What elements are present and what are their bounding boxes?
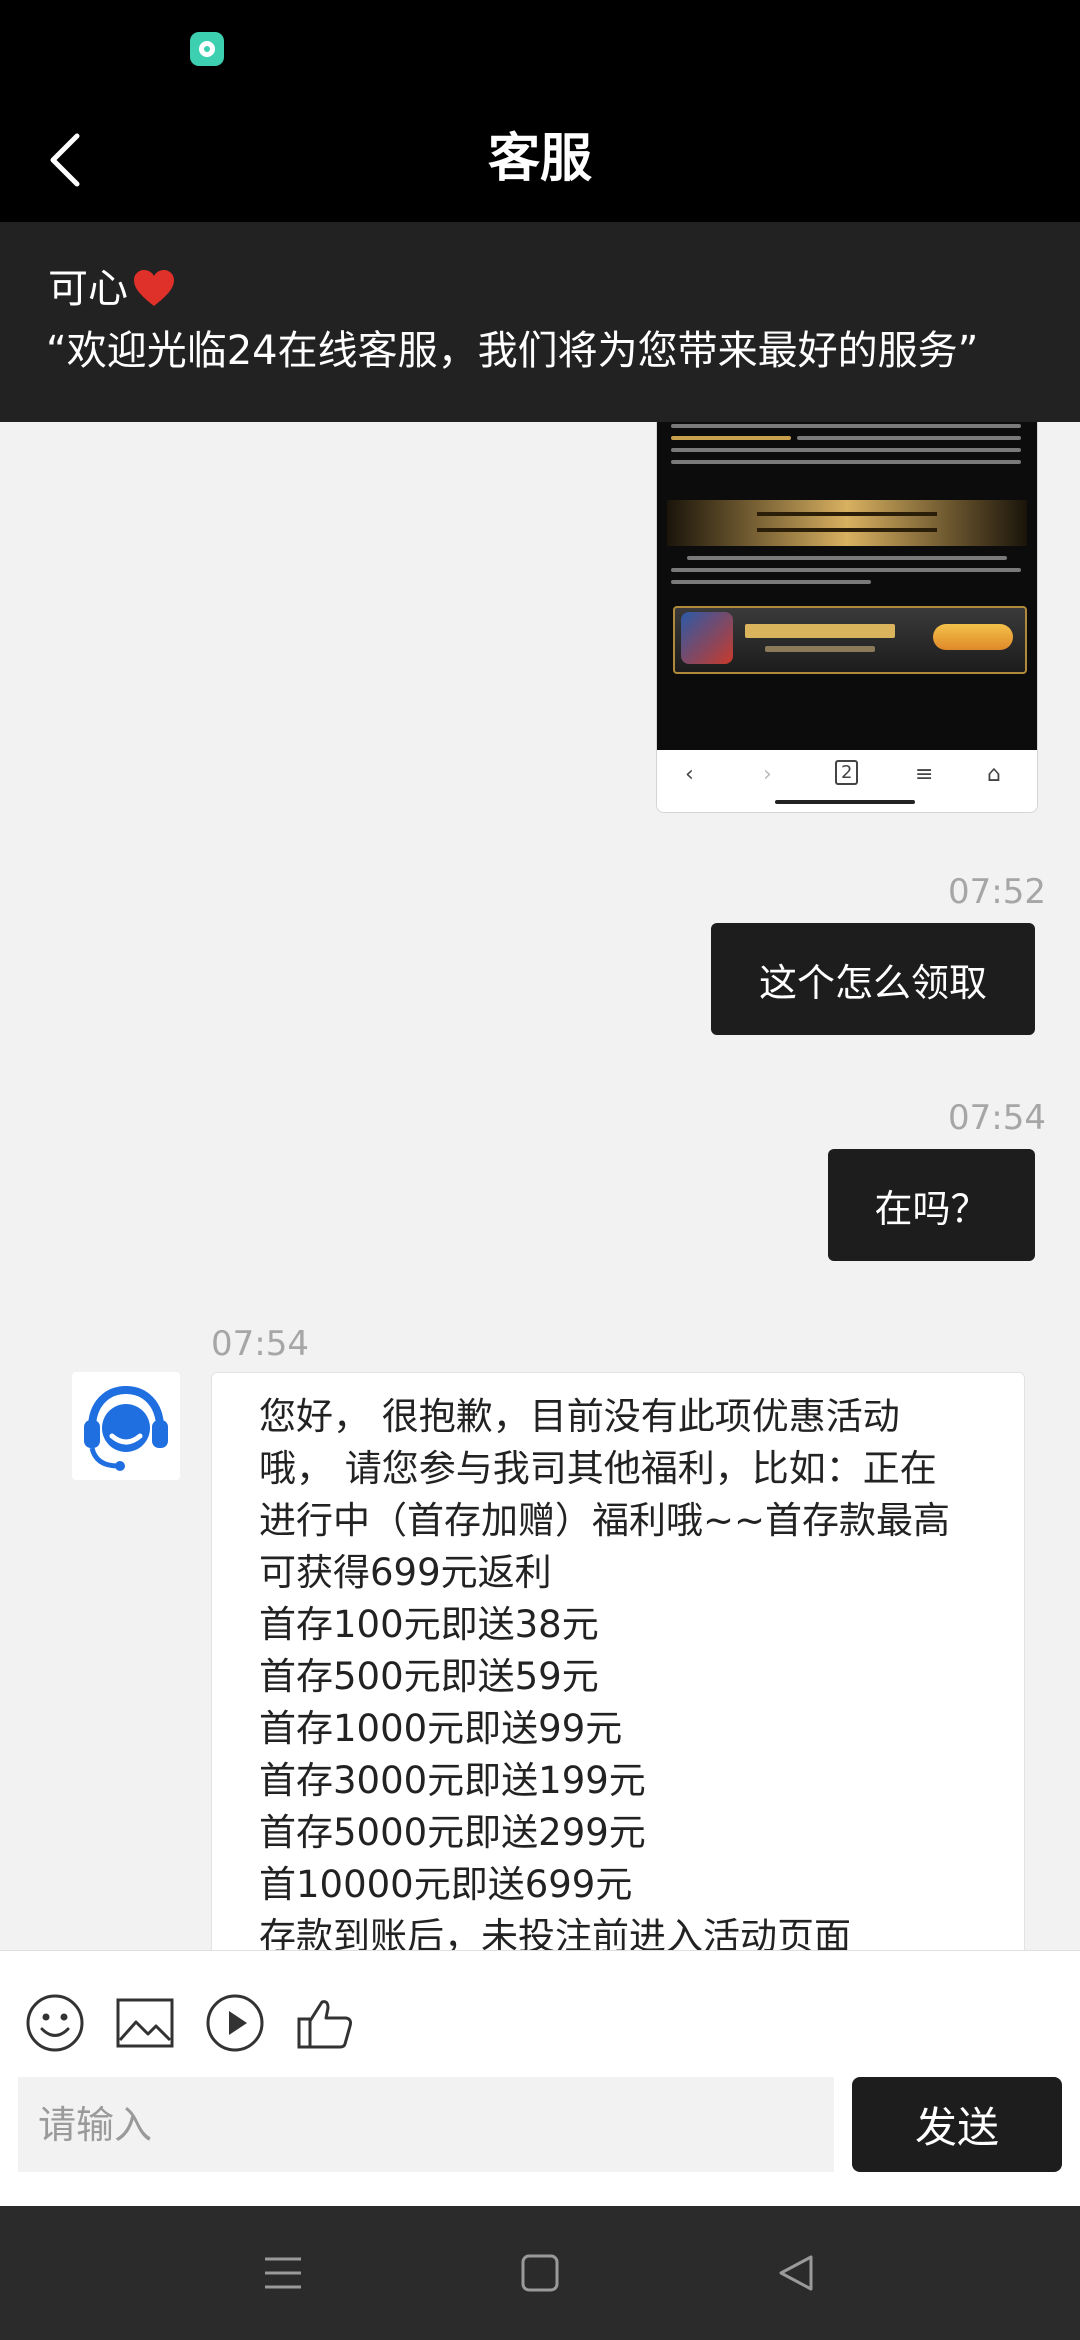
chat-messages[interactable]: ‹ › 2 ≡ ⌂ 07:52 这个怎么领取 07:54 在吗？ 07:54 您… (0, 422, 1080, 1950)
system-back-button[interactable] (760, 2236, 834, 2310)
message-line: 首存500元即送59元 (259, 1655, 599, 1698)
message-line: 哦， 请您参与我司其他福利，比如：正在 (259, 1447, 937, 1490)
message-line: 首10000元即送699元 (259, 1863, 633, 1906)
menu-icon (265, 2257, 301, 2289)
message-line: 您好， 很抱歉，目前没有此项优惠活动 (259, 1395, 900, 1438)
agent-name-line: 可心 (48, 256, 176, 314)
message-timestamp: 07:52 (948, 872, 1046, 912)
outgoing-message-bubble[interactable]: 这个怎么领取 (711, 923, 1035, 1035)
chat-app-status-icon (190, 32, 224, 66)
message-line: 首存5000元即送299元 (259, 1811, 646, 1854)
agent-avatar[interactable] (72, 1372, 180, 1480)
chevron-left-icon (50, 133, 80, 187)
screenshot-browser-nav: ‹ › 2 ≡ ⌂ (657, 750, 1037, 812)
download-app-banner (673, 606, 1027, 674)
heart-icon (134, 270, 174, 306)
message-line: 首存1000元即送99元 (259, 1707, 623, 1750)
image-icon[interactable] (114, 1992, 176, 2054)
back-triangle-icon (779, 2255, 813, 2291)
message-line: 可获得699元返利 (259, 1551, 552, 1594)
screenshot-content (657, 422, 1037, 750)
outgoing-message-bubble[interactable]: 在吗？ (828, 1149, 1035, 1261)
home-icon (521, 2254, 559, 2292)
back-button[interactable] (30, 118, 100, 202)
incoming-message-text: 您好， 很抱歉，目前没有此项优惠活动 哦， 请您参与我司其他福利，比如：正在 进… (259, 1391, 989, 1950)
welcome-message: “欢迎光临24在线客服，我们将为您带来最好的服务” (46, 328, 979, 374)
message-line: 首存3000元即送199元 (259, 1759, 646, 1802)
message-line: 进行中（首存加赠）福利哦~~首存款最高 (259, 1499, 951, 1542)
emoji-icon[interactable] (24, 1992, 86, 2054)
message-timestamp: 07:54 (948, 1098, 1046, 1138)
message-input[interactable] (18, 2077, 834, 2172)
send-button[interactable]: 发送 (852, 2077, 1062, 2172)
video-icon[interactable] (204, 1992, 266, 2054)
page-title: 客服 (487, 129, 592, 189)
support-headset-icon (84, 1385, 168, 1471)
recent-apps-button[interactable] (246, 2236, 320, 2310)
home-button[interactable] (503, 2236, 577, 2310)
message-line: 存款到账后，未投注前进入活动页面 (259, 1915, 851, 1950)
message-line: 首存100元即送38元 (259, 1603, 599, 1646)
shared-screenshot-image[interactable]: ‹ › 2 ≡ ⌂ (656, 422, 1038, 813)
incoming-message-bubble[interactable]: 您好， 很抱歉，目前没有此项优惠活动 哦， 请您参与我司其他福利，比如：正在 进… (211, 1372, 1025, 1950)
like-icon[interactable] (294, 1992, 356, 2054)
status-bar (0, 0, 1080, 96)
message-timestamp: 07:54 (211, 1324, 309, 1364)
agent-name: 可心 (48, 266, 128, 312)
